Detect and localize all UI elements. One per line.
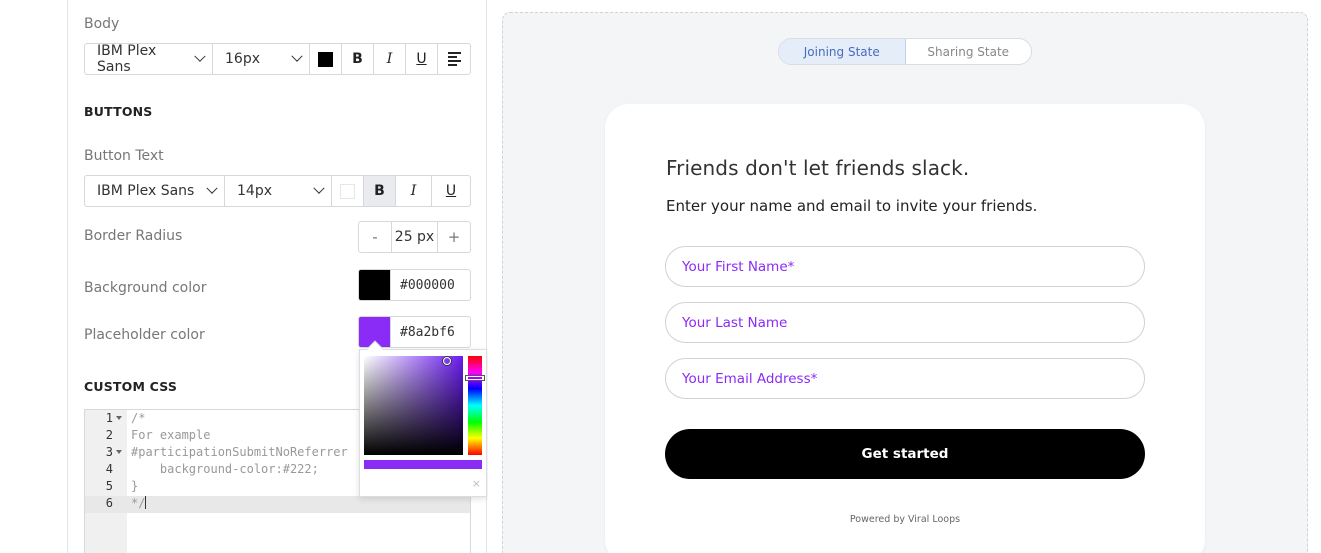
- text-cursor: [145, 496, 147, 509]
- input-placeholder: Your Last Name: [682, 314, 788, 331]
- color-swatch-icon: [318, 51, 333, 67]
- hue-handle[interactable]: [466, 376, 484, 380]
- align-left-icon: [447, 51, 461, 67]
- body-font-select[interactable]: IBM Plex Sans: [85, 43, 213, 75]
- left-sidebar: [0, 0, 68, 553]
- background-color-input[interactable]: #000000: [390, 270, 470, 300]
- body-size-select[interactable]: 16px: [213, 44, 310, 74]
- placeholder-color-label: Placeholder color: [84, 327, 205, 343]
- body-underline-button[interactable]: U: [406, 44, 438, 74]
- background-color-field: #000000: [358, 269, 471, 301]
- body-bold-button[interactable]: B: [342, 44, 374, 74]
- button-bold-button[interactable]: B: [364, 176, 396, 206]
- email-input[interactable]: Your Email Address*: [665, 358, 1145, 399]
- custom-css-title: CUSTOM CSS: [84, 379, 178, 394]
- input-placeholder: Your First Name*: [682, 258, 795, 275]
- body-font-value: IBM Plex Sans: [97, 43, 157, 75]
- tab-sharing-state[interactable]: Sharing State: [906, 39, 1032, 64]
- decrement-button[interactable]: -: [359, 222, 391, 252]
- line-number: 3: [105, 445, 113, 459]
- background-color-swatch[interactable]: [359, 270, 390, 300]
- form-title: Friends don't let friends slack.: [666, 156, 970, 180]
- code-text-wrapper: */: [131, 496, 147, 510]
- code-text: #participationSubmitNoReferrer: [131, 445, 348, 459]
- code-text: }: [131, 479, 139, 493]
- border-radius-label: Border Radius: [84, 228, 183, 244]
- state-toggle: Joining State Sharing State: [778, 38, 1032, 65]
- body-size-value: 16px: [225, 51, 260, 67]
- tab-joining-state[interactable]: Joining State: [779, 39, 906, 64]
- placeholder-color-input[interactable]: #8a2bf6: [390, 317, 470, 347]
- increment-button[interactable]: +: [438, 222, 470, 252]
- line-number: 1: [105, 411, 113, 425]
- fold-arrow-icon[interactable]: [116, 450, 122, 454]
- color-picker-popover: ×: [359, 340, 487, 497]
- saturation-handle[interactable]: [443, 357, 451, 365]
- powered-by-text: Powered by Viral Loops: [849, 514, 961, 525]
- code-text: background-color:#222;: [131, 462, 319, 476]
- color-swatch-icon: [340, 183, 355, 199]
- chevron-down-icon: [291, 50, 303, 62]
- body-italic-button[interactable]: I: [374, 44, 406, 74]
- input-placeholder: Your Email Address*: [682, 370, 818, 387]
- code-text: For example: [131, 428, 211, 442]
- line-number: 4: [105, 462, 113, 476]
- border-radius-input[interactable]: 25 px: [391, 222, 438, 252]
- button-color-button[interactable]: [332, 176, 364, 206]
- body-color-button[interactable]: [310, 44, 342, 74]
- hue-slider[interactable]: [466, 356, 484, 455]
- button-size-select[interactable]: 14px: [225, 176, 332, 206]
- line-number: 6: [105, 496, 113, 510]
- first-name-input[interactable]: Your First Name*: [665, 246, 1145, 287]
- get-started-button[interactable]: Get started: [665, 429, 1145, 479]
- line-number: 2: [105, 428, 113, 442]
- body-align-button[interactable]: [438, 44, 470, 74]
- saturation-value-area[interactable]: [364, 356, 463, 455]
- body-font-toolbar: IBM Plex Sans 16px B I U: [84, 43, 471, 75]
- line-number: 5: [105, 479, 113, 493]
- fold-arrow-icon[interactable]: [116, 416, 122, 420]
- chevron-down-icon: [313, 182, 325, 194]
- close-icon[interactable]: ×: [472, 477, 481, 490]
- chevron-down-icon: [194, 50, 206, 62]
- form-subtitle: Enter your name and email to invite your…: [666, 197, 1038, 215]
- button-font-value: IBM Plex Sans: [97, 183, 195, 199]
- button-font-select[interactable]: IBM Plex Sans: [85, 176, 225, 206]
- code-text: */: [131, 496, 146, 510]
- button-font-toolbar: IBM Plex Sans 14px B I U: [84, 175, 471, 207]
- code-text: /*: [131, 411, 146, 425]
- last-name-input[interactable]: Your Last Name: [665, 302, 1145, 343]
- chevron-down-icon: [206, 182, 218, 194]
- button-text-label: Button Text: [84, 148, 164, 164]
- background-color-label: Background color: [84, 280, 207, 296]
- button-italic-button[interactable]: I: [396, 176, 432, 206]
- code-line-current: 6 */: [85, 496, 470, 513]
- color-preview-bar: [364, 460, 482, 469]
- button-size-value: 14px: [237, 183, 272, 199]
- body-label: Body: [84, 16, 120, 32]
- button-underline-button[interactable]: U: [432, 176, 470, 206]
- buttons-section-title: BUTTONS: [84, 104, 153, 119]
- border-radius-stepper: - 25 px +: [358, 221, 471, 253]
